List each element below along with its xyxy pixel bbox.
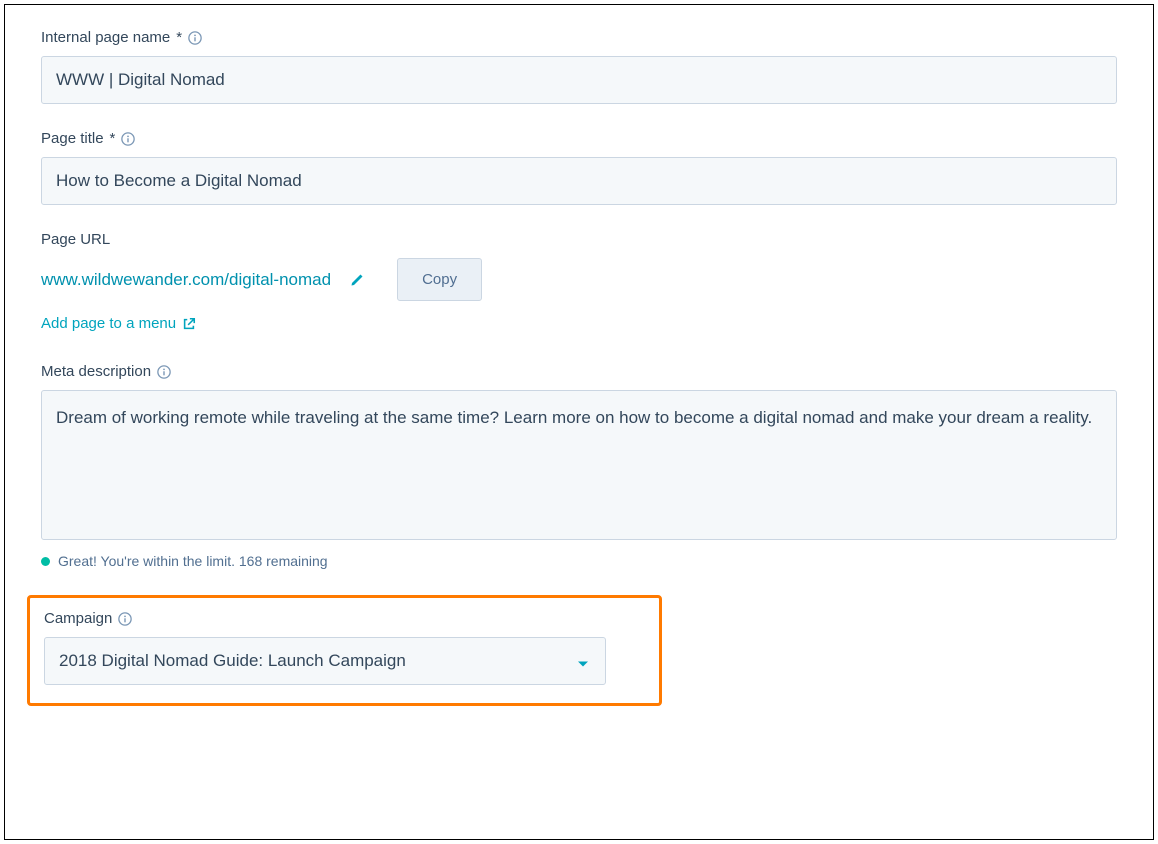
info-icon[interactable] — [188, 31, 202, 45]
page-url-label: Page URL — [41, 231, 1117, 248]
page-url-group: Page URL www.wildwewander.com/digital-no… — [41, 231, 1117, 333]
meta-description-group: Meta description Great! You're within th… — [41, 363, 1117, 569]
caret-down-icon — [577, 655, 589, 667]
link-text: Add page to a menu — [41, 315, 176, 332]
meta-description-status: Great! You're within the limit. 168 rema… — [41, 553, 1117, 569]
page-url-row: www.wildwewander.com/digital-nomad Copy — [41, 258, 1117, 301]
copy-url-button[interactable]: Copy — [397, 258, 482, 301]
page-title-group: Page title * — [41, 130, 1117, 205]
internal-page-name-input[interactable] — [41, 56, 1117, 104]
campaign-highlight: Campaign 2018 Digital Nomad Guide: Launc… — [27, 595, 662, 706]
label-text: Campaign — [44, 610, 112, 627]
required-marker: * — [110, 130, 116, 147]
internal-page-name-group: Internal page name * — [41, 29, 1117, 104]
external-link-icon — [182, 317, 196, 331]
meta-description-input[interactable] — [41, 390, 1117, 540]
label-text: Page URL — [41, 231, 110, 248]
info-icon[interactable] — [118, 612, 132, 626]
required-marker: * — [176, 29, 182, 46]
campaign-label: Campaign — [44, 610, 645, 627]
meta-description-label: Meta description — [41, 363, 1117, 380]
page-url-value: www.wildwewander.com/digital-nomad — [41, 270, 331, 290]
status-dot-icon — [41, 557, 50, 566]
label-text: Page title — [41, 130, 104, 147]
page-title-input[interactable] — [41, 157, 1117, 205]
add-page-to-menu-link[interactable]: Add page to a menu — [41, 315, 196, 332]
page-settings-panel: Internal page name * Page title * Page U… — [4, 4, 1154, 840]
campaign-select[interactable]: 2018 Digital Nomad Guide: Launch Campaig… — [44, 637, 606, 685]
page-title-label: Page title * — [41, 130, 1117, 147]
label-text: Internal page name — [41, 29, 170, 46]
internal-page-name-label: Internal page name * — [41, 29, 1117, 46]
status-text: Great! You're within the limit. 168 rema… — [58, 553, 328, 569]
label-text: Meta description — [41, 363, 151, 380]
info-icon[interactable] — [121, 132, 135, 146]
campaign-selected-value: 2018 Digital Nomad Guide: Launch Campaig… — [59, 651, 406, 671]
info-icon[interactable] — [157, 365, 171, 379]
edit-url-button[interactable] — [347, 270, 367, 290]
